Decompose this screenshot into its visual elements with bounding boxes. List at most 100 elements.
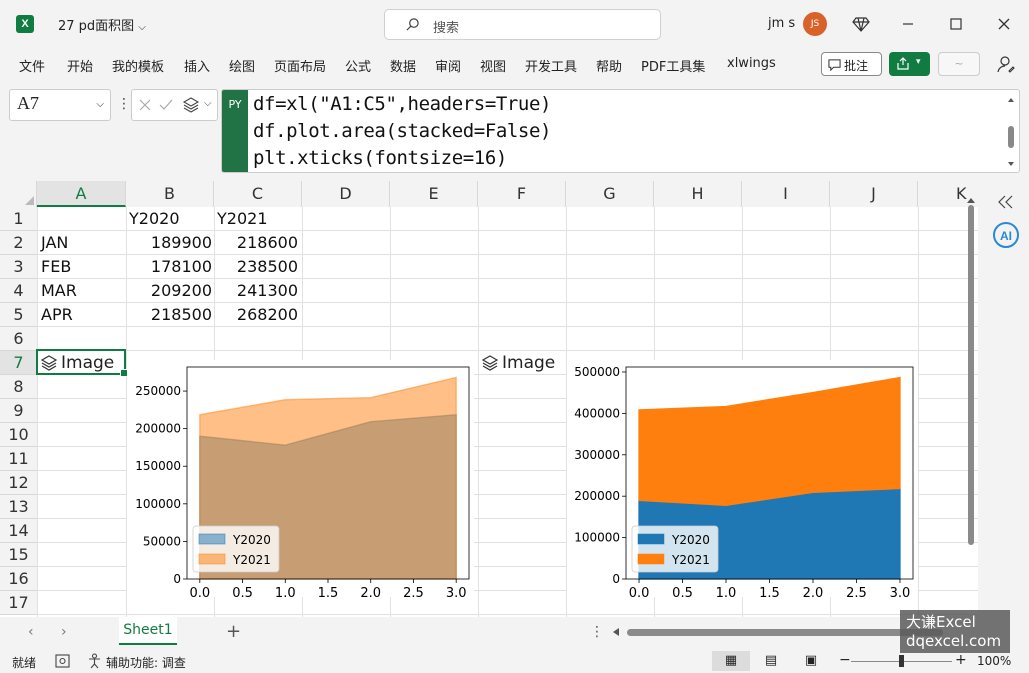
row-header-5[interactable]: 5 — [0, 303, 37, 327]
cell-b4[interactable]: 209200 — [126, 281, 212, 300]
accessibility-status[interactable]: 辅助功能: 调查 — [106, 654, 186, 671]
row-header-7[interactable]: 7 — [0, 351, 37, 375]
row-header-4[interactable]: 4 — [0, 279, 37, 303]
area-chart-stacked[interactable]: 0.0 0.5 1.0 1.5 2.0 2.5 3.0 0 100000 200000 300000… — [567, 360, 918, 601]
tab-developer[interactable]: 开发工具 — [525, 56, 577, 75]
cell-c1[interactable]: Y2021 — [217, 209, 268, 228]
select-all-corner[interactable] — [0, 181, 37, 207]
tab-help[interactable]: 帮助 — [596, 56, 622, 75]
tab-pdf-tools[interactable]: PDF工具集 — [641, 56, 705, 75]
accessibility-icon[interactable] — [87, 653, 102, 669]
add-sheet-icon[interactable]: + — [226, 621, 241, 642]
normal-view-button[interactable]: ▦ — [712, 651, 750, 671]
tab-view[interactable]: 视图 — [480, 56, 506, 75]
tab-page-layout[interactable]: 页面布局 — [274, 56, 326, 75]
zoom-slider-knob[interactable] — [899, 655, 904, 667]
catch-up-button[interactable]: ~ — [938, 52, 980, 76]
tab-data[interactable]: 数据 — [390, 56, 416, 75]
row-header-8[interactable]: 8 — [0, 375, 37, 399]
column-header-b[interactable]: B — [126, 181, 214, 207]
cell-c4[interactable]: 241300 — [214, 281, 298, 300]
zoom-out-icon[interactable]: − — [839, 652, 851, 668]
cell-c3[interactable]: 238500 — [214, 257, 298, 276]
cell-c5[interactable]: 268200 — [214, 305, 298, 324]
cancel-icon[interactable] — [139, 99, 151, 111]
row-header-15[interactable]: 15 — [0, 543, 37, 567]
diamond-icon[interactable] — [851, 14, 871, 34]
column-header-d[interactable]: D — [302, 181, 390, 207]
tab-home[interactable]: 开始 — [67, 56, 93, 75]
name-box[interactable]: A7 ⌵ — [9, 89, 111, 121]
tab-review[interactable]: 审阅 — [435, 56, 461, 75]
cell-a5[interactable]: APR — [41, 305, 73, 324]
share-button[interactable]: ▾ — [889, 52, 930, 76]
row-header-17[interactable]: 17 — [0, 591, 37, 615]
minimize-icon[interactable] — [898, 14, 918, 34]
column-header-f[interactable]: F — [478, 181, 566, 207]
page-break-view-button[interactable]: ▣ — [792, 651, 830, 671]
cell-b5[interactable]: 218500 — [126, 305, 212, 324]
row-header-1[interactable]: 1 — [0, 207, 37, 231]
tab-file[interactable]: 文件 — [19, 56, 45, 75]
collapse-pane-icon[interactable] — [997, 195, 1015, 209]
user-name[interactable]: jm s — [768, 16, 795, 31]
tab-formulas[interactable]: 公式 — [345, 56, 371, 75]
area-chart-unstacked[interactable]: 0.0 0.5 1.0 1.5 2.0 2.5 3.0 0 50000 100000 150000 2… — [127, 360, 474, 601]
column-header-a[interactable]: A — [37, 181, 126, 207]
spreadsheet-grid[interactable]: A B C D E F G H I J K 1 2 3 4 5 6 7 8 9 10 11 12 13 1… — [0, 181, 978, 617]
scroll-up-icon[interactable] — [967, 197, 975, 203]
cell-c2[interactable]: 218600 — [214, 233, 298, 252]
python-object-icon[interactable] — [182, 97, 200, 113]
copilot-person-icon[interactable] — [996, 54, 1016, 74]
avatar[interactable]: JS — [803, 12, 827, 36]
row-header-2[interactable]: 2 — [0, 231, 37, 255]
row-header-10[interactable]: 10 — [0, 423, 37, 447]
ai-assistant-icon[interactable]: AI — [992, 221, 1020, 249]
vertical-scrollbar[interactable] — [965, 197, 977, 617]
maximize-icon[interactable] — [946, 14, 966, 34]
row-header-12[interactable]: 12 — [0, 471, 37, 495]
row-header-3[interactable]: 3 — [0, 255, 37, 279]
vertical-scroll-thumb[interactable] — [968, 205, 974, 545]
prev-sheet-icon[interactable]: ‹ — [28, 624, 34, 640]
sheet-tab-sheet1[interactable]: Sheet1 — [119, 617, 177, 645]
horizontal-scroll-thumb[interactable] — [627, 629, 943, 636]
row-header-9[interactable]: 9 — [0, 399, 37, 423]
more-icon[interactable]: ⋮ — [590, 624, 604, 640]
row-header-11[interactable]: 11 — [0, 447, 37, 471]
row-header-6[interactable]: 6 — [0, 327, 37, 351]
cell-a4[interactable]: MAR — [41, 281, 77, 300]
next-sheet-icon[interactable]: › — [61, 624, 67, 640]
row-header-16[interactable]: 16 — [0, 567, 37, 591]
chevron-down-icon[interactable]: ⌵ — [204, 98, 212, 109]
cell-b3[interactable]: 178100 — [126, 257, 212, 276]
column-header-i[interactable]: I — [742, 181, 830, 207]
cell-b1[interactable]: Y2020 — [129, 209, 180, 228]
macro-record-icon[interactable] — [55, 654, 70, 668]
more-icon[interactable]: ⋮ — [117, 96, 131, 112]
cell-a3[interactable]: FEB — [41, 257, 71, 276]
column-header-h[interactable]: H — [654, 181, 742, 207]
close-icon[interactable] — [994, 14, 1014, 34]
tab-xlwings[interactable]: xlwings — [727, 56, 776, 71]
row-header-13[interactable]: 13 — [0, 495, 37, 519]
scroll-left-icon[interactable] — [613, 628, 619, 636]
formula-editor[interactable]: PY df=xl("A1:C5",headers=True) df.plot.a… — [221, 89, 1020, 173]
zoom-level[interactable]: 100% — [977, 654, 1011, 668]
tab-draw[interactable]: 绘图 — [229, 56, 255, 75]
zoom-in-icon[interactable]: + — [955, 652, 967, 668]
tab-my-templates[interactable]: 我的模板 — [112, 56, 164, 75]
enter-check-icon[interactable] — [159, 99, 173, 111]
formula-scrollbar[interactable] — [1007, 96, 1015, 168]
search-box[interactable]: 搜索 — [384, 9, 661, 40]
cell-b2[interactable]: 189900 — [126, 233, 212, 252]
comments-button[interactable]: 批注 — [821, 52, 882, 76]
row-header-14[interactable]: 14 — [0, 519, 37, 543]
column-header-e[interactable]: E — [390, 181, 478, 207]
cell-a2[interactable]: JAN — [41, 233, 68, 252]
column-header-c[interactable]: C — [214, 181, 302, 207]
page-layout-view-button[interactable]: ▤ — [752, 651, 790, 671]
column-header-g[interactable]: G — [566, 181, 654, 207]
tab-insert[interactable]: 插入 — [184, 56, 210, 75]
active-cell-selection[interactable] — [36, 349, 128, 377]
